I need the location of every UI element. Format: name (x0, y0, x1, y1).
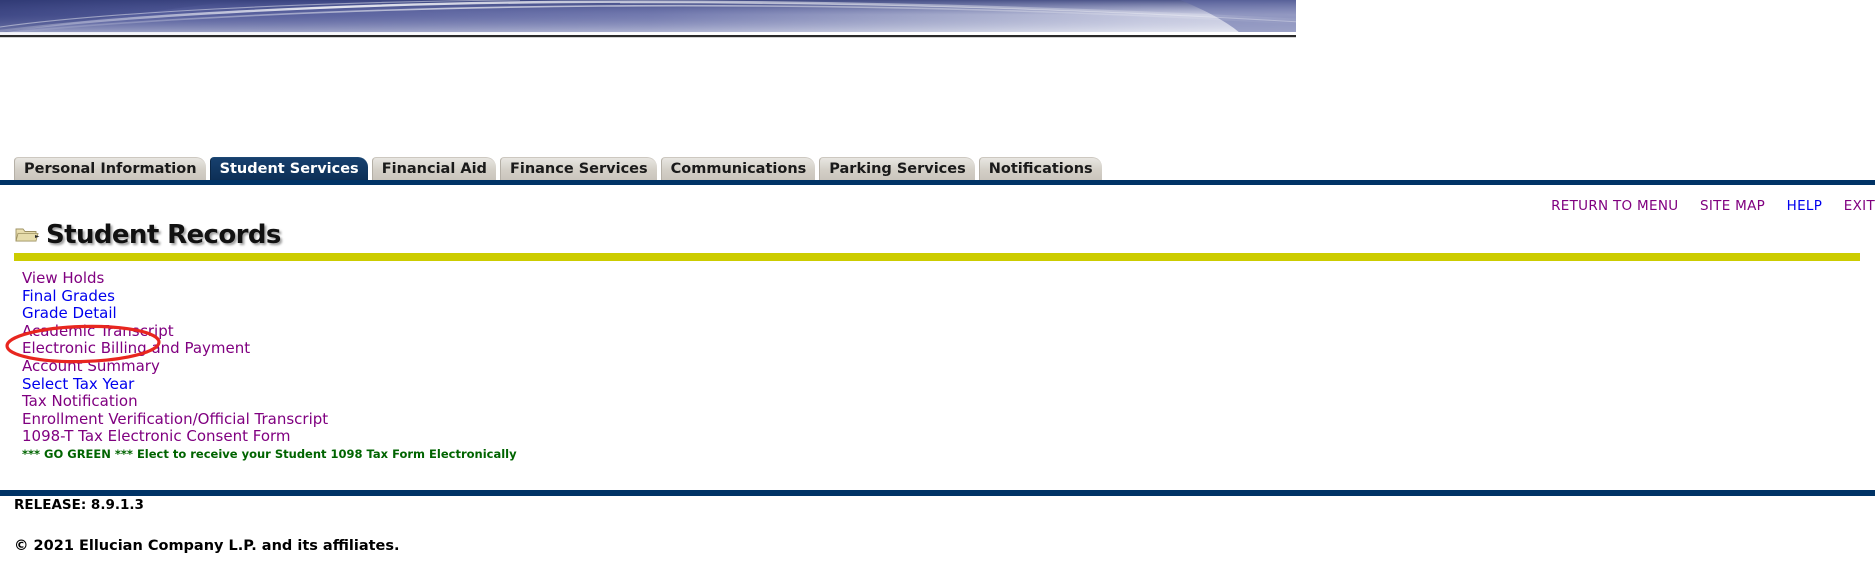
help-link[interactable]: HELP (1787, 198, 1823, 214)
menu-item-grade-detail[interactable]: Grade Detail (22, 305, 117, 323)
tab-financial-aid[interactable]: Financial Aid (371, 157, 496, 180)
tab-student-services[interactable]: Student Services (209, 157, 368, 180)
menu-item-tax-notification[interactable]: Tax Notification (22, 393, 138, 411)
page-title-block: Student Records (14, 220, 281, 250)
return-to-menu-link[interactable]: RETURN TO MENU (1551, 198, 1678, 214)
menu-item-electronic-billing-and-payment[interactable]: Electronic Billing and Payment (22, 340, 250, 358)
footer-divider (0, 490, 1875, 496)
site-map-link[interactable]: SITE MAP (1700, 198, 1765, 214)
menu-item-1098t-tax-electronic-consent-form[interactable]: 1098-T Tax Electronic Consent Form (22, 428, 291, 446)
page-title: Student Records (46, 220, 281, 250)
student-records-menu: View Holds Final Grades Grade Detail Aca… (22, 269, 922, 462)
tab-communications[interactable]: Communications (660, 157, 816, 180)
menu-item-academic-transcript[interactable]: Academic Transcript (22, 322, 174, 341)
menu-item-enrollment-verification[interactable]: Enrollment Verification/Official Transcr… (22, 410, 328, 429)
menu-item-view-holds[interactable]: View Holds (22, 269, 104, 288)
utility-nav: RETURN TO MENU SITE MAP HELP EXIT (1534, 198, 1875, 214)
folder-icon (14, 224, 40, 246)
menu-item-account-summary[interactable]: Account Summary (22, 357, 160, 376)
tab-notifications[interactable]: Notifications (978, 157, 1102, 180)
menu-item-select-tax-year[interactable]: Select Tax Year (22, 375, 134, 394)
primary-tab-bar: Personal Information Student Services Fi… (0, 155, 1875, 185)
exit-link[interactable]: EXIT (1844, 198, 1875, 214)
tab-finance-services[interactable]: Finance Services (499, 157, 657, 180)
title-divider (14, 253, 1860, 261)
tab-parking-services[interactable]: Parking Services (819, 157, 975, 180)
copyright-notice: © 2021 Ellucian Company L.P. and its aff… (14, 538, 400, 554)
release-version: RELEASE: 8.9.1.3 (14, 497, 144, 513)
tab-list: Personal Information Student Services Fi… (14, 155, 1102, 180)
tab-bar-underline (0, 180, 1875, 185)
header-banner-image (0, 0, 1300, 38)
tab-personal-information[interactable]: Personal Information (14, 157, 206, 180)
go-green-note: *** GO GREEN *** Elect to receive your S… (22, 446, 517, 461)
menu-item-final-grades[interactable]: Final Grades (22, 287, 115, 306)
